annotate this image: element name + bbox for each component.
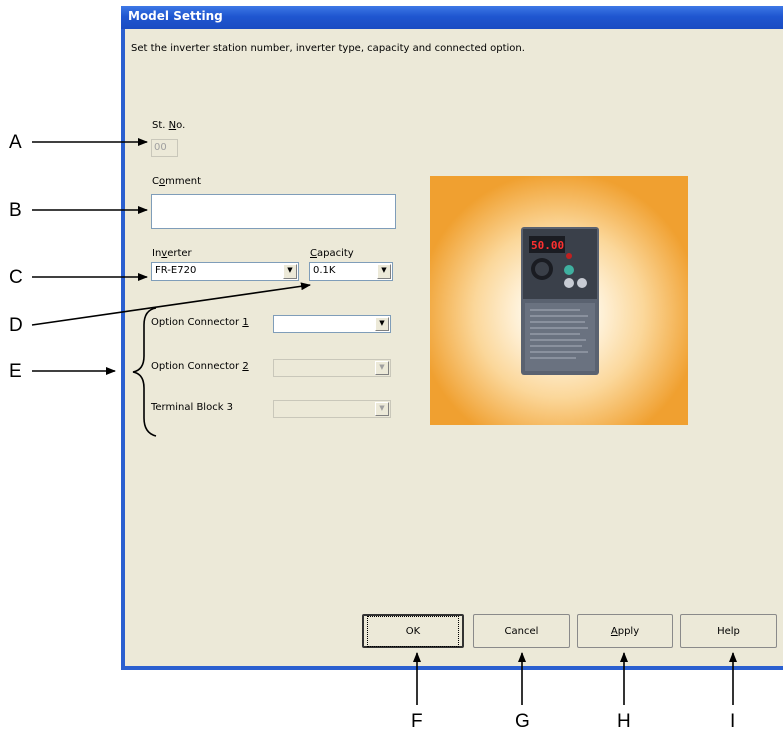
callout-label-i: I: [730, 711, 736, 732]
callout-label-d: D: [9, 315, 23, 336]
callout-label-h: H: [617, 711, 631, 732]
callout-label-e: E: [9, 361, 22, 382]
callout-label-g: G: [515, 711, 530, 732]
callout-label-a: A: [9, 132, 22, 153]
callout-overlay: [31, 138, 737, 705]
callout-d-arrow: [31, 282, 311, 326]
callout-e-brace: [132, 307, 157, 437]
callout-label-b: B: [9, 200, 22, 221]
callout-label-f: F: [411, 711, 423, 732]
callout-label-c: C: [9, 267, 23, 288]
